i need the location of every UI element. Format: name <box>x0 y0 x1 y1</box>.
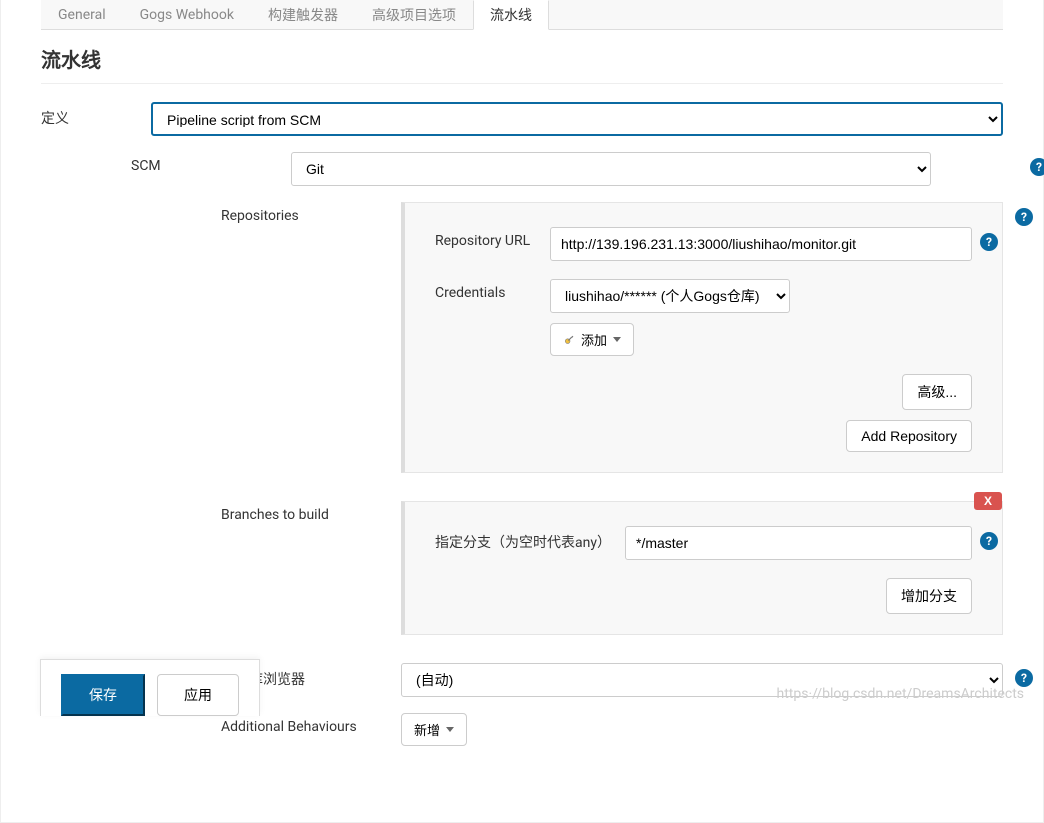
add-credentials-button[interactable]: 添加 <box>550 323 634 356</box>
save-button[interactable]: 保存 <box>61 674 145 716</box>
help-icon[interactable]: ? <box>980 233 998 251</box>
help-icon[interactable]: ? <box>1030 158 1044 176</box>
tab-advanced-options[interactable]: 高级项目选项 <box>355 0 473 29</box>
scm-label: SCM <box>131 152 271 186</box>
add-repository-button[interactable]: Add Repository <box>846 420 972 452</box>
tab-build-triggers[interactable]: 构建触发器 <box>251 0 355 29</box>
action-bar: 保存 应用 <box>40 659 260 716</box>
credentials-select[interactable]: liushihao/****** (个人Gogs仓库) <box>550 279 790 313</box>
scm-select[interactable]: Git <box>291 152 931 186</box>
section-title: 流水线 <box>41 30 1003 84</box>
tab-gogs-webhook[interactable]: Gogs Webhook <box>123 0 251 29</box>
repo-url-input[interactable] <box>550 227 972 261</box>
apply-button[interactable]: 应用 <box>157 674 239 716</box>
add-behaviour-button[interactable]: 新增 <box>401 713 467 746</box>
caret-down-icon <box>446 727 454 732</box>
branch-specifier-input[interactable] <box>625 526 972 560</box>
config-tabs: General Gogs Webhook 构建触发器 高级项目选项 流水线 <box>41 0 1003 30</box>
definition-select[interactable]: Pipeline script from SCM <box>151 102 1003 136</box>
branches-label: Branches to build <box>221 501 371 635</box>
tab-pipeline[interactable]: 流水线 <box>473 0 549 30</box>
remove-branch-button[interactable]: X <box>974 492 1002 510</box>
credentials-label: Credentials <box>435 279 535 356</box>
branch-specifier-label: 指定分支（为空时代表any） <box>435 526 610 560</box>
key-icon <box>563 333 577 347</box>
help-icon[interactable]: ? <box>1015 208 1033 226</box>
caret-down-icon <box>613 337 621 342</box>
tab-general[interactable]: General <box>41 0 123 29</box>
definition-label: 定义 <box>41 102 131 136</box>
add-credentials-label: 添加 <box>581 330 607 349</box>
additional-behaviours-label: Additional Behaviours <box>221 713 371 746</box>
help-icon[interactable]: ? <box>980 532 998 550</box>
add-branch-button[interactable]: 增加分支 <box>886 578 972 614</box>
repositories-label: Repositories <box>221 202 371 473</box>
help-icon[interactable]: ? <box>1015 669 1033 687</box>
repo-url-label: Repository URL <box>435 227 535 261</box>
advanced-button[interactable]: 高级... <box>902 374 972 410</box>
repository-panel: Repository URL ? Credentials liushihao/*… <box>401 202 1003 473</box>
add-behaviour-label: 新增 <box>414 720 440 739</box>
branch-panel: X 指定分支（为空时代表any） ? 增加分支 <box>401 501 1003 635</box>
repo-browser-select[interactable]: (自动) <box>401 663 1003 697</box>
